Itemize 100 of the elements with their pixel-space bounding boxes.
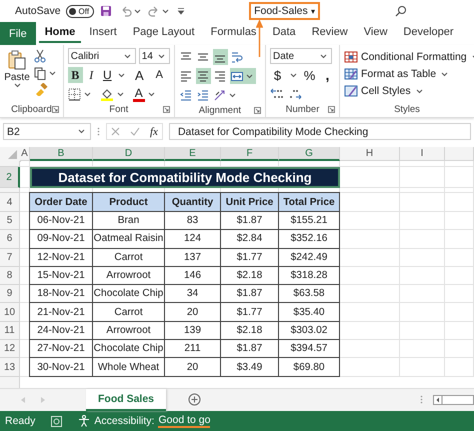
- ribbon-tab[interactable]: View: [356, 22, 396, 43]
- table-cell: $303.02: [279, 322, 340, 340]
- table-cell: 24-Nov-21: [30, 322, 93, 340]
- column-heading-cell: Order Date: [30, 193, 93, 212]
- font-name-dropdown[interactable]: Calibri: [68, 48, 136, 64]
- column-header[interactable]: A: [20, 147, 30, 161]
- paste-button[interactable]: Paste: [4, 48, 30, 102]
- shrink-button[interactable]: A: [152, 67, 167, 83]
- table-cell: 30-Nov-21: [30, 358, 93, 377]
- currency-button[interactable]: $: [270, 67, 285, 83]
- column-heading-cell: Total Price: [279, 193, 340, 212]
- underline-button[interactable]: U: [100, 67, 115, 83]
- ribbon-tab[interactable]: Review: [304, 22, 356, 43]
- table-cell: Arrowroot: [93, 322, 165, 340]
- ribbon-tab[interactable]: Developer: [395, 22, 462, 43]
- table-cell: 20: [165, 358, 221, 377]
- group-label: Font: [109, 104, 128, 115]
- grow-button[interactable]: A: [132, 67, 147, 83]
- insert-function-button[interactable]: fx: [150, 126, 158, 138]
- table-cell: $394.57: [279, 340, 340, 358]
- table-cell: $242.49: [279, 248, 340, 267]
- ribbon-tab[interactable]: File: [0, 22, 36, 45]
- table-cell: $2.84: [221, 230, 279, 249]
- ribbon-tab[interactable]: Insert: [81, 22, 125, 43]
- table-cell: 09-Nov-21: [30, 230, 93, 249]
- table-cell: $2.18: [221, 322, 279, 340]
- number-format-dropdown[interactable]: Date: [270, 48, 332, 64]
- table-cell: $352.16: [279, 230, 340, 249]
- font-color-button[interactable]: A: [132, 86, 145, 102]
- column-header[interactable]: G: [279, 147, 340, 161]
- file-name-button[interactable]: Food-Sales ▾: [249, 2, 320, 20]
- title-cell: Dataset for Compatibility Mode Checking: [30, 167, 340, 188]
- table-cell: $318.28: [279, 266, 340, 286]
- accessibility-label: Accessibility:: [94, 415, 154, 427]
- status-text: Ready: [5, 415, 36, 427]
- ribbon-tab[interactable]: Home: [38, 22, 82, 43]
- cell-styles-button[interactable]: Cell Styles: [344, 83, 474, 99]
- table-cell: $1.87: [221, 285, 279, 304]
- table-cell: 18-Nov-21: [30, 285, 93, 304]
- column-header[interactable]: F: [221, 147, 279, 161]
- table-cell: $35.40: [279, 303, 340, 322]
- table-cell: Arrowroot: [93, 266, 165, 286]
- table-cell: $1.87: [221, 340, 279, 358]
- table-cell: 21-Nov-21: [30, 303, 93, 322]
- table-cell: $69.80: [279, 358, 340, 377]
- column-header[interactable]: H: [340, 147, 400, 161]
- table-cell: Whole Wheat: [93, 358, 165, 377]
- table-cell: $63.58: [279, 285, 340, 304]
- table-cell: Carrot: [93, 303, 165, 322]
- ribbon-tab[interactable]: Page Layout: [124, 22, 203, 43]
- percent-button[interactable]: %: [302, 67, 317, 83]
- formula-field[interactable]: Dataset for Compatibility Mode Checking: [168, 123, 471, 140]
- row-header[interactable]: 2: [0, 167, 20, 188]
- table-cell: Oatmeal Raisin: [93, 230, 165, 249]
- column-header[interactable]: B: [30, 147, 93, 161]
- table-cell: Bran: [93, 212, 165, 230]
- column-heading-cell: Product: [93, 193, 165, 212]
- table-cell: 27-Nov-21: [30, 340, 93, 358]
- table-cell: $1.87: [221, 212, 279, 230]
- table-cell: $1.77: [221, 248, 279, 267]
- ribbon-tab[interactable]: Data: [264, 22, 304, 43]
- table-cell: 124: [165, 230, 221, 249]
- group-label: Number: [286, 104, 320, 115]
- table-cell: 83: [165, 212, 221, 230]
- sheet-tab[interactable]: Food Sales: [86, 389, 166, 411]
- table-cell: 12-Nov-21: [30, 248, 93, 267]
- column-header[interactable]: E: [165, 147, 221, 161]
- table-cell: 20: [165, 303, 221, 322]
- comma-button[interactable]: ,: [320, 67, 335, 83]
- table-cell: $2.18: [221, 266, 279, 286]
- table-cell: 06-Nov-21: [30, 212, 93, 230]
- column-heading-cell: Unit Price: [221, 193, 279, 212]
- table-cell: Carrot: [93, 248, 165, 267]
- column-header[interactable]: D: [93, 147, 165, 161]
- group-label: Styles: [394, 104, 420, 115]
- name-box[interactable]: B2: [3, 123, 91, 140]
- table-cell: $3.49: [221, 358, 279, 377]
- font-size-dropdown[interactable]: 14: [138, 48, 170, 64]
- bold-button[interactable]: B: [68, 67, 83, 83]
- table-cell: 15-Nov-21: [30, 266, 93, 286]
- table-cell: 34: [165, 285, 221, 304]
- autosave-label: AutoSave: [15, 5, 61, 17]
- table-cell: 146: [165, 266, 221, 286]
- group-label: Clipboard: [11, 104, 52, 115]
- column-header[interactable]: I: [400, 147, 445, 161]
- row-header[interactable]: 7: [0, 248, 20, 267]
- ribbon-tab[interactable]: Formulas: [202, 22, 264, 43]
- table-cell: 139: [165, 322, 221, 340]
- conditional-button[interactable]: Conditional Formatting: [344, 49, 474, 65]
- table-cell: Chocolate Chip: [93, 340, 165, 358]
- autosave-toggle[interactable]: Off: [66, 4, 94, 18]
- group-label: Alignment: [198, 104, 242, 116]
- table-button[interactable]: Format as Table: [344, 66, 474, 82]
- italic-button[interactable]: I: [84, 67, 99, 83]
- accessibility-status[interactable]: Good to go: [158, 414, 210, 428]
- table-cell: 211: [165, 340, 221, 358]
- table-cell: $1.77: [221, 303, 279, 322]
- column-heading-cell: Quantity: [165, 193, 221, 212]
- table-cell: $155.21: [279, 212, 340, 230]
- table-cell: Chocolate Chip: [93, 285, 165, 304]
